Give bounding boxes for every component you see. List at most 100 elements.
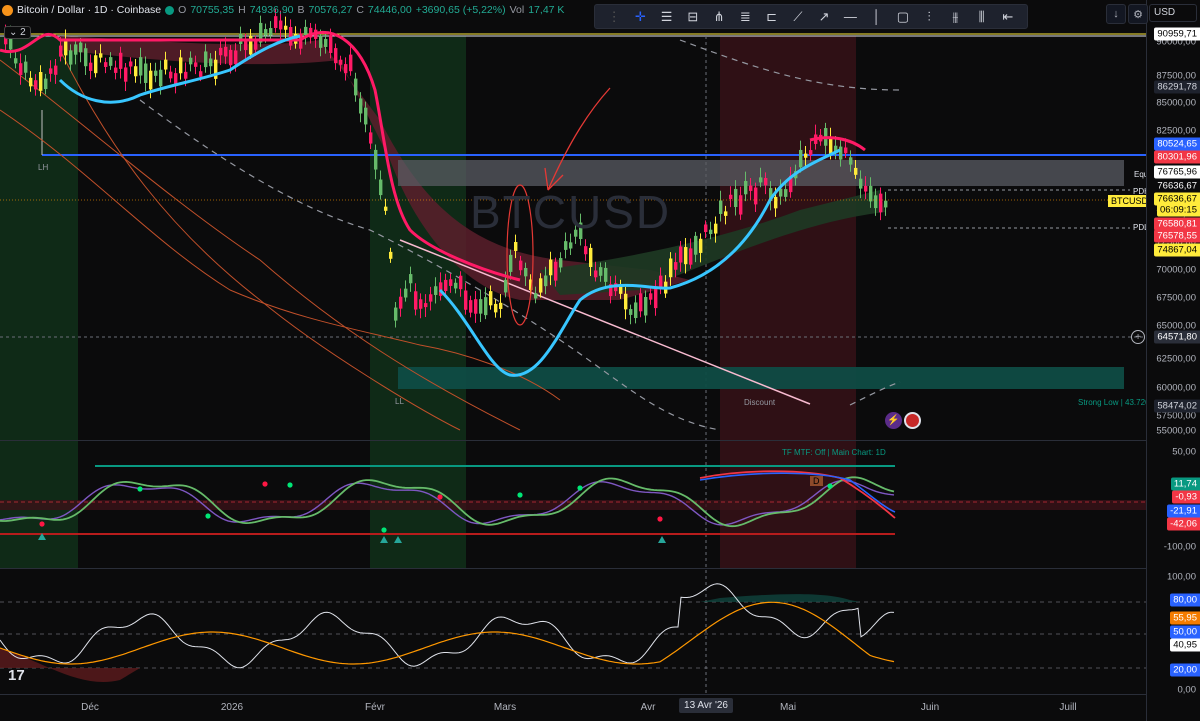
osc-label: -42,06 bbox=[1167, 517, 1200, 531]
crosshair-icon[interactable]: ✛ bbox=[630, 7, 650, 27]
candle-body bbox=[394, 307, 398, 321]
buy-signal-triangle bbox=[658, 536, 666, 543]
rsi-ma-line bbox=[0, 601, 895, 665]
pitchfork-icon[interactable]: ⋔ bbox=[709, 7, 729, 27]
candle-body bbox=[279, 20, 283, 30]
candle-body bbox=[744, 180, 748, 195]
candles-icon[interactable]: ⫼ bbox=[972, 7, 992, 27]
candle-body bbox=[604, 267, 608, 282]
horizontal-lines-icon[interactable]: ☰ bbox=[657, 7, 677, 27]
arrow-line-icon[interactable]: ↗ bbox=[814, 7, 834, 27]
osc-cross-dot bbox=[381, 527, 387, 533]
candle-body bbox=[364, 107, 368, 125]
time-tick-mai: Mai bbox=[779, 702, 797, 713]
discount-label: Discount bbox=[744, 398, 776, 407]
candle-body bbox=[564, 241, 568, 250]
candle-body bbox=[584, 246, 588, 255]
price-scale[interactable]: USD 90000,0087500,0085000,0082500,008000… bbox=[1146, 0, 1200, 721]
candle-body bbox=[844, 147, 848, 154]
candle-body bbox=[64, 39, 68, 56]
candle-body bbox=[164, 59, 168, 70]
open-value: 70755,35 bbox=[190, 4, 235, 16]
candle-body bbox=[339, 59, 343, 65]
candle-body bbox=[414, 291, 418, 310]
vertical-line-icon[interactable]: │ bbox=[867, 7, 887, 27]
rsi-tick: 100,00 bbox=[1166, 571, 1196, 583]
candle-body bbox=[509, 254, 513, 272]
candle-body bbox=[429, 294, 433, 302]
brackets-icon[interactable]: ⊏ bbox=[762, 7, 782, 27]
candle-body bbox=[879, 193, 883, 213]
rsi-label: 55,95 bbox=[1170, 611, 1200, 625]
short-position-icon[interactable]: ⫵ bbox=[945, 7, 965, 27]
osc-tick: -100,00 bbox=[1163, 541, 1196, 553]
candle-body bbox=[729, 194, 733, 200]
price-label: 06:09:15 bbox=[1157, 203, 1200, 217]
candle-body bbox=[469, 300, 473, 313]
price-tick: 67500,00 bbox=[1156, 292, 1196, 304]
candle-body bbox=[119, 52, 123, 69]
long-position-icon[interactable]: ⫶ bbox=[919, 7, 939, 27]
price-label: 76765,96 bbox=[1154, 165, 1200, 179]
chart-canvas[interactable] bbox=[0, 0, 1146, 721]
scroll-down-icon[interactable]: ↓ bbox=[1106, 4, 1126, 24]
osc-tick: 50,00 bbox=[1172, 446, 1196, 458]
path-icon[interactable]: ⟋ bbox=[788, 7, 808, 27]
volume-key: Vol bbox=[509, 4, 525, 16]
close-value: 74446,00 bbox=[367, 4, 412, 16]
alert-bolt-icon[interactable]: ⚡ bbox=[885, 412, 902, 429]
symbol-legend[interactable]: Bitcoin / Dollar · 1D · Coinbase O 70755,… bbox=[2, 4, 564, 16]
candle-body bbox=[374, 149, 378, 170]
horizontal-line-icon[interactable]: — bbox=[840, 7, 860, 27]
candle-body bbox=[329, 35, 333, 53]
candle-body bbox=[444, 279, 448, 291]
ruler-icon[interactable]: ⇤ bbox=[998, 7, 1018, 27]
candle-body bbox=[864, 185, 868, 192]
candle-body bbox=[399, 296, 403, 309]
price-label: 58474,02 bbox=[1154, 399, 1200, 413]
price-label: 80301,96 bbox=[1154, 150, 1200, 164]
channel-icon[interactable]: ≣ bbox=[735, 7, 755, 27]
candle-body bbox=[134, 66, 138, 77]
candle-body bbox=[464, 290, 468, 310]
candle-body bbox=[204, 51, 208, 68]
candle-body bbox=[489, 291, 493, 306]
candle-body bbox=[89, 62, 93, 71]
strong-low-label: Strong Low | 43.726 bbox=[1078, 398, 1150, 407]
osc-label: 11,74 bbox=[1170, 477, 1200, 491]
pane-separator-2[interactable] bbox=[0, 568, 1200, 569]
add-price-alert-icon[interactable]: + bbox=[1131, 330, 1145, 344]
tradingview-logo[interactable]: 17 bbox=[8, 667, 25, 684]
indicator-count-toggle[interactable]: ⌄ 2 bbox=[4, 26, 31, 39]
time-tick-dec: Déc bbox=[81, 702, 99, 713]
drag-handle-icon[interactable]: ⋮ bbox=[604, 7, 624, 27]
candle-body bbox=[484, 297, 488, 316]
candle-body bbox=[594, 270, 598, 278]
candle-body bbox=[384, 206, 388, 211]
symbol-title[interactable]: Bitcoin / Dollar · 1D · Coinbase bbox=[17, 4, 161, 16]
settings-gear-icon[interactable]: ⚙ bbox=[1128, 4, 1148, 24]
price-label: 86291,78 bbox=[1154, 80, 1200, 94]
candle-body bbox=[534, 293, 538, 299]
candle-body bbox=[434, 286, 438, 295]
candle-body bbox=[104, 62, 108, 67]
candle-body bbox=[669, 258, 673, 278]
candle-body bbox=[74, 44, 78, 55]
btcusd-price-tag: BTCUSD bbox=[1108, 195, 1152, 207]
candle-body bbox=[474, 299, 478, 314]
time-axis[interactable]: Déc 2026 Févr Mars Avr Mai Juin Juill 13… bbox=[0, 694, 1146, 721]
candle-body bbox=[49, 68, 53, 74]
tf-info-label: TF MTF: Off | Main Chart: 1D bbox=[782, 448, 886, 457]
candle-body bbox=[199, 71, 203, 77]
horizontal-ray-icon[interactable]: ⊟ bbox=[683, 7, 703, 27]
candle-body bbox=[274, 16, 278, 28]
divergence-marker: D bbox=[810, 476, 823, 486]
us-flag-icon[interactable] bbox=[904, 412, 921, 429]
candle-body bbox=[29, 77, 33, 87]
osc-cross-dot bbox=[137, 486, 143, 492]
candle-body bbox=[44, 78, 48, 90]
chart-area[interactable]: BTCUSD LH LL Discount Strong Low | 43.72… bbox=[0, 0, 1152, 721]
currency-selector[interactable]: USD bbox=[1149, 4, 1197, 22]
rectangle-icon[interactable]: ▢ bbox=[893, 7, 913, 27]
pane-separator-1[interactable] bbox=[0, 440, 1200, 441]
